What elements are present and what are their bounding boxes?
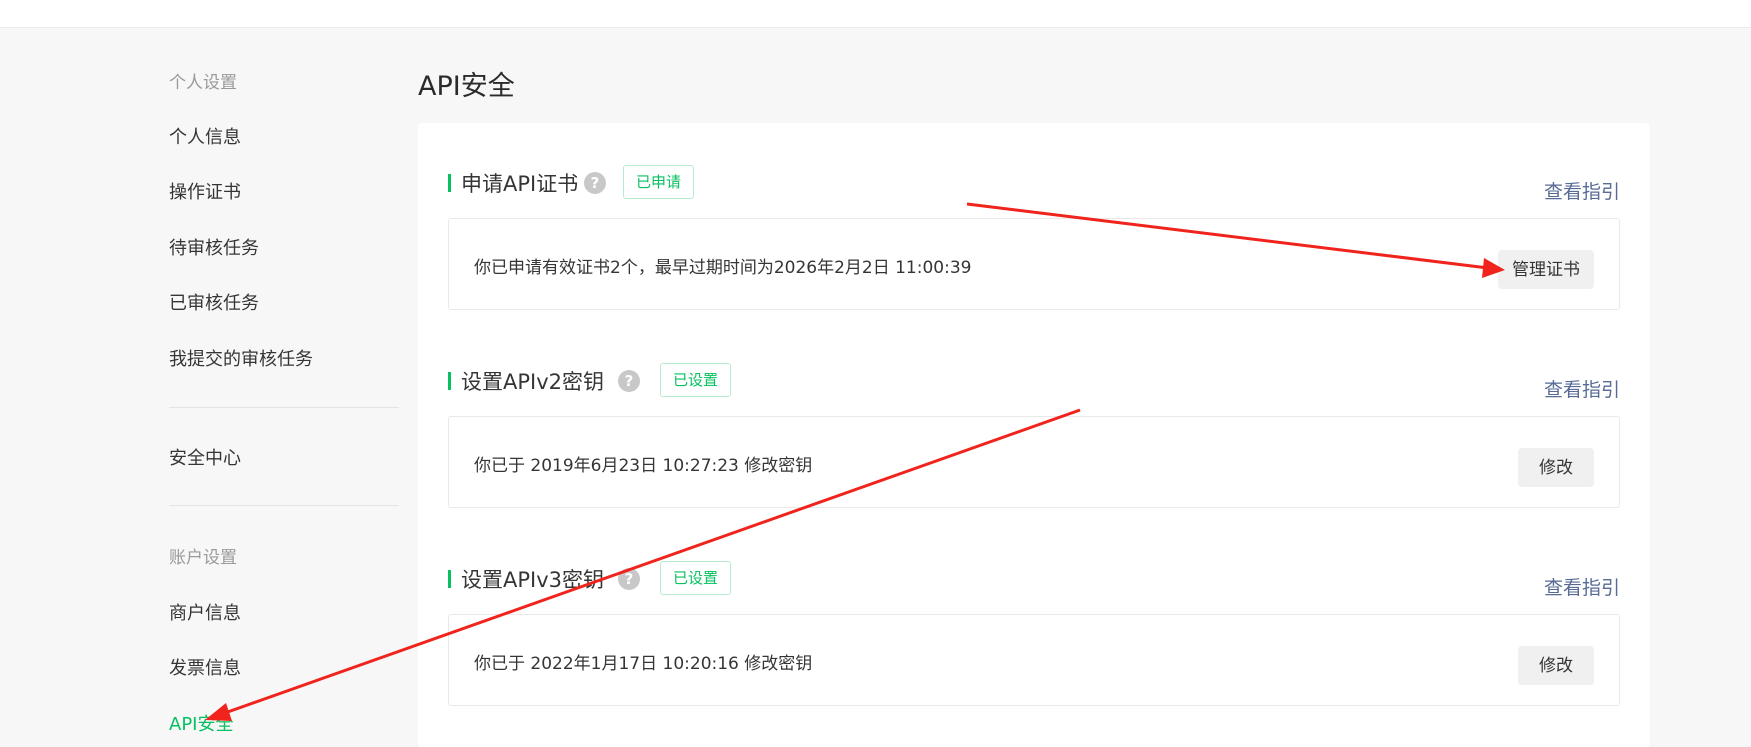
section-accent-bar	[448, 570, 451, 588]
section-apiv2-key: 设置APIv2密钥 ? 已设置 查看指引 你已于 2019年6月23日 10:2…	[448, 361, 1620, 511]
help-icon[interactable]: ?	[618, 370, 640, 392]
status-badge: 已申请	[623, 165, 695, 199]
modify-apiv2-key-button[interactable]: 修改	[1518, 448, 1594, 487]
section-header: 申请API证书 ? 已申请 查看指引	[448, 163, 1620, 203]
section-title: 设置APIv2密钥	[461, 370, 605, 394]
help-icon[interactable]: ?	[618, 568, 640, 590]
sidebar-item-security-center[interactable]: 安全中心	[169, 444, 241, 470]
sidebar-group-account: 账户设置	[169, 548, 237, 568]
sidebar-item-my-submitted-reviews[interactable]: 我提交的审核任务	[169, 345, 313, 371]
key-status-text: 你已于 2022年1月17日 10:20:16 修改密钥	[474, 654, 813, 674]
sidebar-item-personal-info[interactable]: 个人信息	[169, 123, 241, 149]
certificate-status-text: 你已申请有效证书2个，最早过期时间为2026年2月2日 11:00:39	[474, 258, 972, 278]
section-header: 设置APIv3密钥 ? 已设置 查看指引	[448, 559, 1620, 599]
section-box: 你已于 2019年6月23日 10:27:23 修改密钥 修改	[448, 416, 1620, 508]
manage-certificate-button[interactable]: 管理证书	[1498, 250, 1594, 289]
view-guide-link[interactable]: 查看指引	[1544, 573, 1620, 600]
key-status-text: 你已于 2019年6月23日 10:27:23 修改密钥	[474, 456, 813, 476]
sidebar-item-pending-review[interactable]: 待审核任务	[169, 234, 259, 260]
sidebar-divider	[169, 407, 399, 408]
sidebar-item-merchant-info[interactable]: 商户信息	[169, 599, 241, 625]
sidebar-divider	[169, 505, 399, 506]
sidebar-item-operation-certificate[interactable]: 操作证书	[169, 178, 241, 204]
view-guide-link[interactable]: 查看指引	[1544, 375, 1620, 402]
top-bar	[0, 0, 1751, 28]
section-apiv3-key: 设置APIv3密钥 ? 已设置 查看指引 你已于 2022年1月17日 10:2…	[448, 559, 1620, 709]
page-title: API安全	[418, 71, 515, 102]
section-title: 申请API证书	[461, 172, 579, 196]
modify-apiv3-key-button[interactable]: 修改	[1518, 646, 1594, 685]
section-accent-bar	[448, 174, 451, 192]
main-card: 申请API证书 ? 已申请 查看指引 你已申请有效证书2个，最早过期时间为202…	[418, 123, 1650, 747]
section-box: 你已申请有效证书2个，最早过期时间为2026年2月2日 11:00:39 管理证…	[448, 218, 1620, 310]
section-title: 设置APIv3密钥	[461, 568, 605, 592]
section-api-certificate: 申请API证书 ? 已申请 查看指引 你已申请有效证书2个，最早过期时间为202…	[448, 163, 1620, 313]
status-badge: 已设置	[660, 561, 732, 595]
sidebar-group-personal: 个人设置	[169, 73, 237, 93]
section-accent-bar	[448, 372, 451, 390]
sidebar-item-reviewed[interactable]: 已审核任务	[169, 289, 259, 315]
status-badge: 已设置	[660, 363, 732, 397]
section-box: 你已于 2022年1月17日 10:20:16 修改密钥 修改	[448, 614, 1620, 706]
help-icon[interactable]: ?	[584, 172, 606, 194]
view-guide-link[interactable]: 查看指引	[1544, 177, 1620, 204]
section-header: 设置APIv2密钥 ? 已设置 查看指引	[448, 361, 1620, 401]
sidebar-item-api-security[interactable]: API安全	[169, 710, 233, 736]
sidebar-item-invoice-info[interactable]: 发票信息	[169, 654, 241, 680]
